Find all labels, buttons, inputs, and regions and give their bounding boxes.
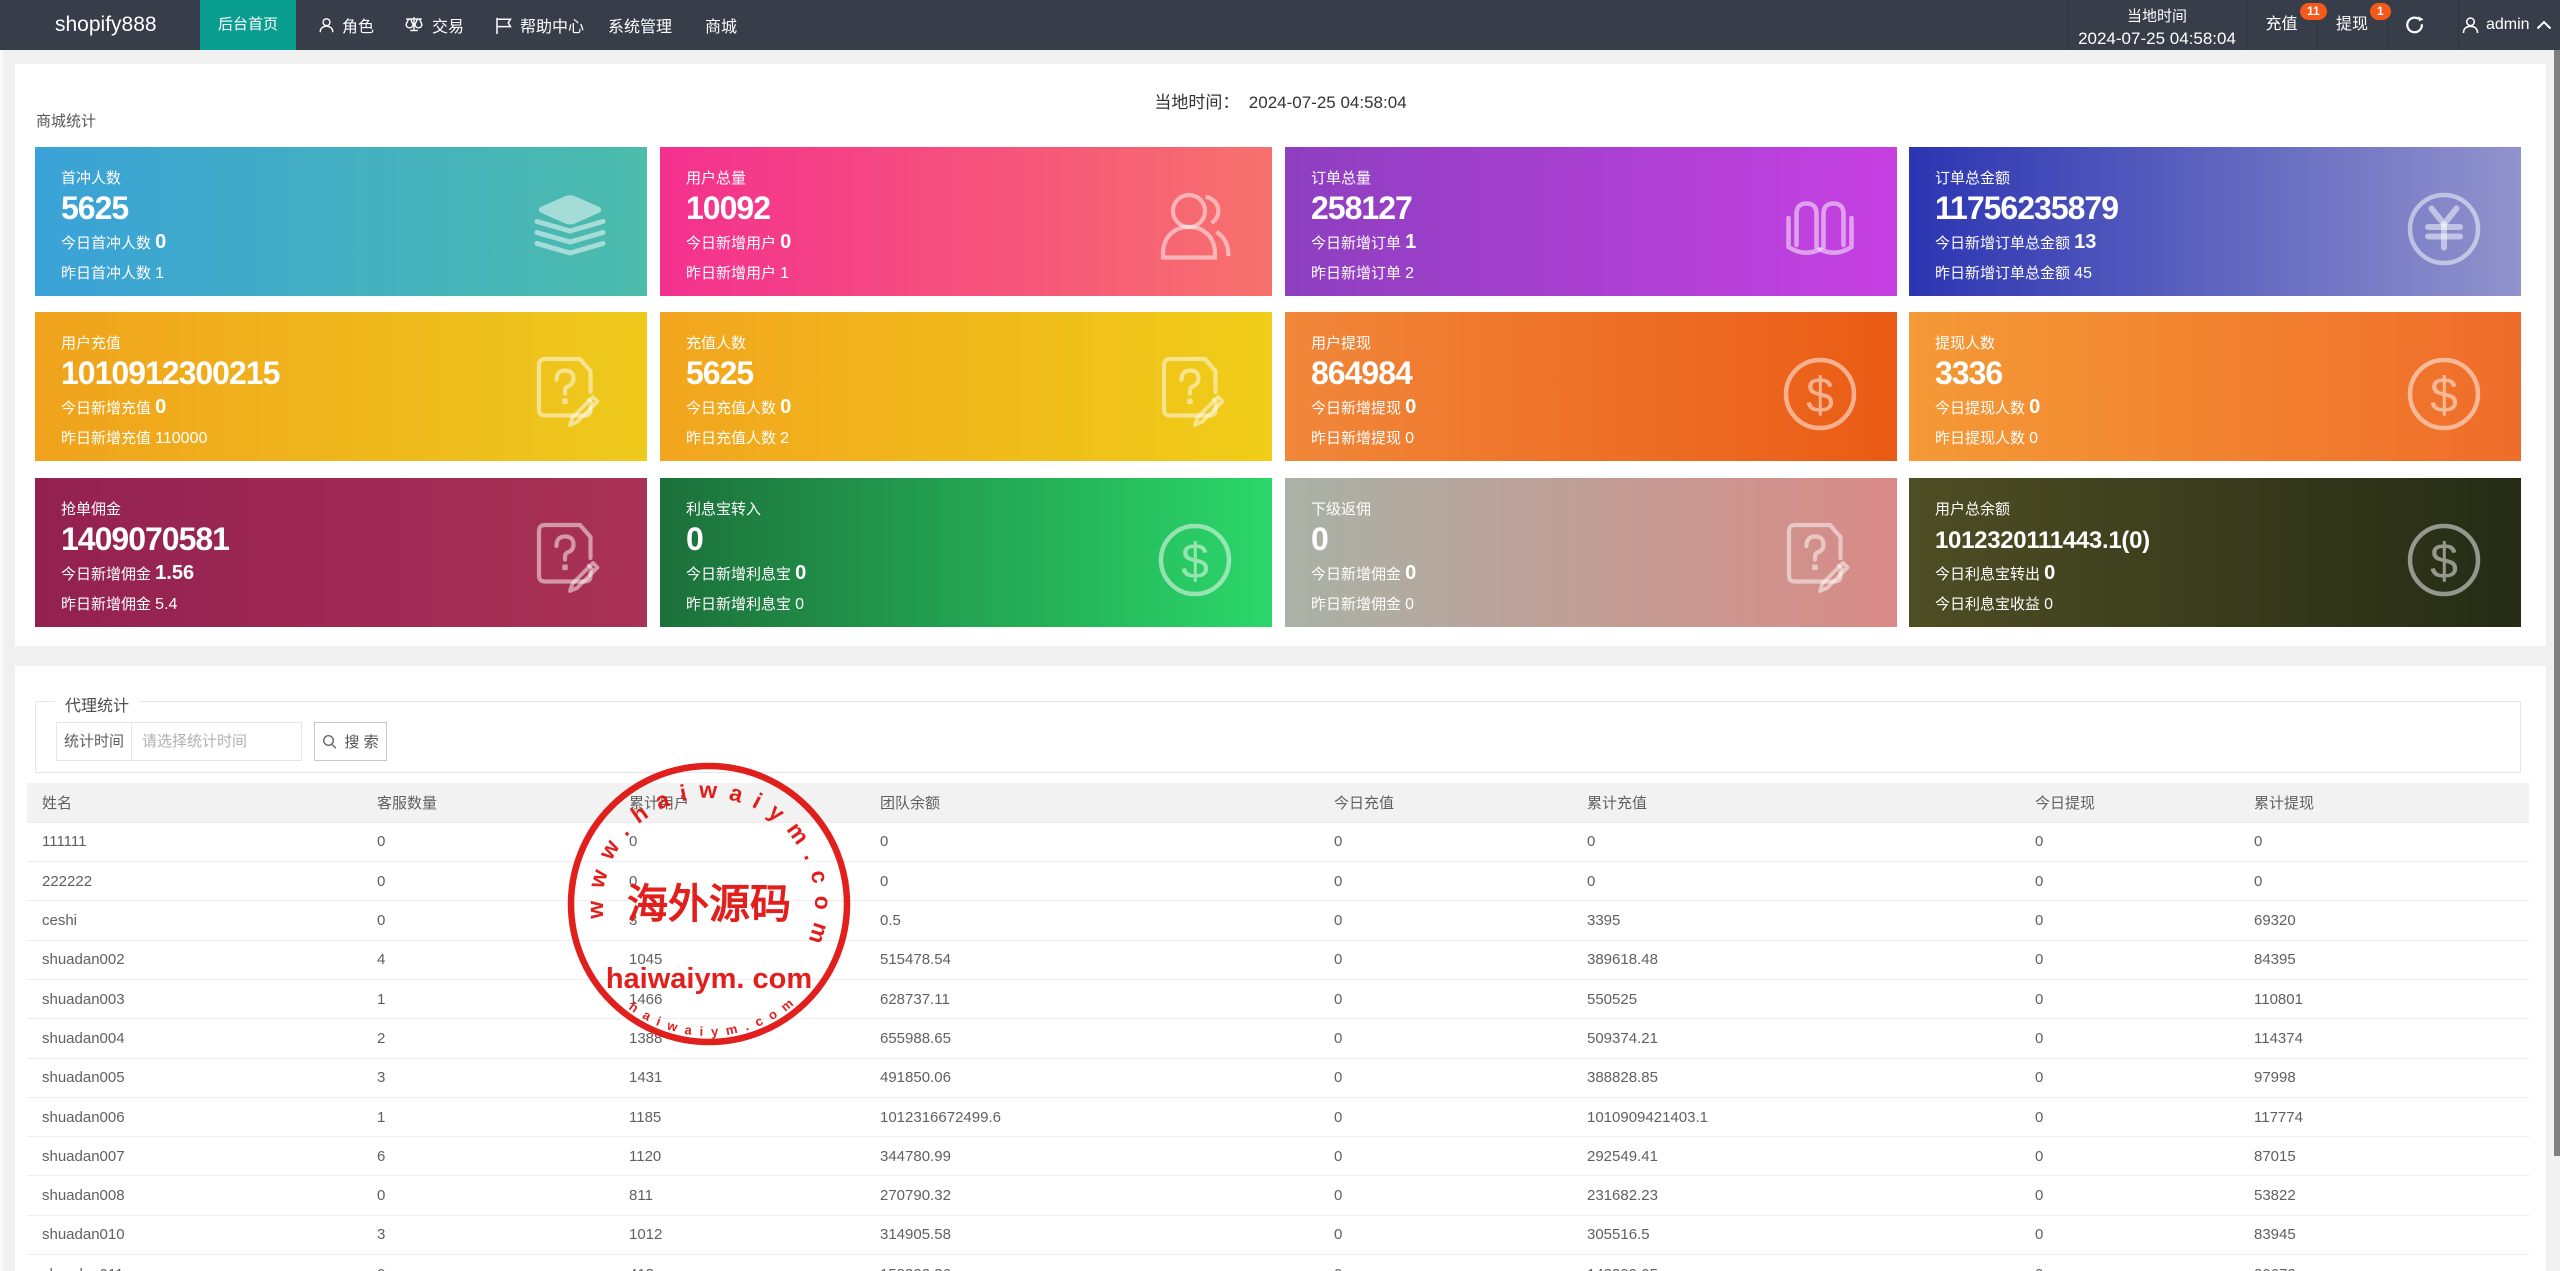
- svg-text:haiwaiym. com: haiwaiym. com: [606, 963, 812, 995]
- svg-text:$: $: [2430, 367, 2458, 423]
- svg-text:$: $: [2430, 533, 2458, 589]
- svg-text:www.haiwaiym.com: www.haiwaiym.com: [582, 777, 836, 958]
- svg-text:$: $: [1181, 533, 1209, 589]
- svg-text:$: $: [1806, 367, 1834, 423]
- svg-text:海外源码: 海外源码: [627, 881, 791, 927]
